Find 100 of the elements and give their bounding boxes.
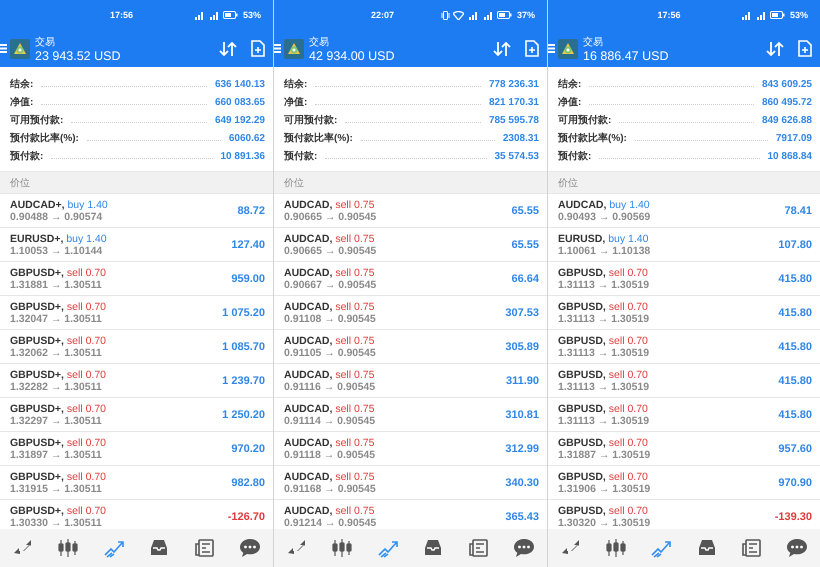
price-change: 1.31113 → 1.30519 — [558, 380, 650, 392]
sort-icon[interactable] — [493, 40, 511, 56]
position-row[interactable]: GBPUSD, sell 0.70 1.31113 → 1.30519 415.80 — [548, 330, 820, 364]
newspaper-icon[interactable] — [740, 538, 763, 558]
symbol-label: GBPUSD, — [558, 504, 606, 516]
symbol-label: GBPUSD+, — [10, 368, 64, 380]
profit-value: 1 250.20 — [222, 408, 265, 420]
candlestick-icon[interactable] — [57, 538, 80, 558]
position-row[interactable]: AUDCAD, sell 0.75 0.91114 → 0.90545 310.81 — [274, 398, 547, 432]
position-row[interactable]: GBPUSD, sell 0.70 1.31906 → 1.30519 970.90 — [548, 466, 820, 500]
profit-value: 65.55 — [511, 204, 539, 216]
summary-label: 净值: — [284, 96, 308, 109]
position-row[interactable]: AUDCAD, sell 0.75 0.91105 → 0.90545 305.89 — [274, 330, 547, 364]
price-change: 1.31113 → 1.30519 — [558, 312, 650, 324]
sort-icon[interactable] — [766, 40, 784, 56]
position-row[interactable]: GBPUSD+, sell 0.70 1.32282 → 1.30511 1 239.70 — [0, 364, 273, 398]
symbol-label: AUDCAD, — [284, 232, 332, 244]
position-row[interactable]: GBPUSD+, sell 0.70 1.32297 → 1.30511 1 250.20 — [0, 398, 273, 432]
position-row[interactable]: AUDCAD, sell 0.75 0.90665 → 0.90545 65.55 — [274, 194, 547, 228]
position-row[interactable]: GBPUSD, sell 0.70 1.31113 → 1.30519 415.80 — [548, 398, 820, 432]
menu-icon[interactable] — [274, 44, 281, 53]
app-logo-icon[interactable] — [284, 38, 304, 58]
position-row[interactable]: AUDCAD, sell 0.75 0.91108 → 0.90545 307.53 — [274, 296, 547, 330]
symbol-label: AUDCAD, — [284, 198, 332, 210]
chat-bubble-icon[interactable] — [513, 538, 536, 558]
price-change: 0.91105 → 0.90545 — [284, 346, 377, 358]
new-order-icon[interactable] — [798, 40, 812, 57]
position-row[interactable]: AUDCAD, sell 0.75 0.91168 → 0.90545 340.30 — [274, 466, 547, 500]
battery-icon — [770, 11, 785, 19]
menu-icon[interactable] — [548, 44, 555, 53]
position-row[interactable]: GBPUSD, sell 0.70 1.31887 → 1.30519 957.60 — [548, 432, 820, 466]
position-row[interactable]: GBPUSD, sell 0.70 1.31113 → 1.30519 415.80 — [548, 296, 820, 330]
position-row[interactable]: GBPUSD+, sell 0.70 1.32047 → 1.30511 1 075.20 — [0, 296, 273, 330]
symbol-label: GBPUSD, — [558, 436, 606, 448]
price-change: 1.10053 → 1.10144 — [10, 244, 104, 256]
app-logo-icon[interactable] — [10, 38, 30, 58]
profit-value: 78.41 — [784, 204, 812, 216]
symbol-label: GBPUSD+, — [10, 470, 64, 482]
section-header: 价位 — [0, 171, 273, 194]
signal-icon — [208, 10, 220, 20]
symbol-label: GBPUSD+, — [10, 266, 64, 278]
position-row[interactable]: AUDCAD, sell 0.75 0.90667 → 0.90545 66.64 — [274, 262, 547, 296]
new-order-icon[interactable] — [525, 40, 539, 57]
position-row[interactable]: AUDCAD, sell 0.75 0.91116 → 0.90545 311.90 — [274, 364, 547, 398]
chat-bubble-icon[interactable] — [239, 538, 262, 558]
summary-label: 预付款: — [558, 150, 592, 163]
summary-value: 778 236.31 — [488, 78, 539, 90]
position-row[interactable]: EURUSD, buy 1.40 1.10061 → 1.10138 107.80 — [548, 228, 820, 262]
trend-chart-icon[interactable] — [376, 538, 399, 558]
app-logo-icon[interactable] — [558, 38, 578, 58]
symbol-label: AUDCAD, — [284, 368, 332, 380]
trend-chart-icon[interactable] — [102, 538, 125, 558]
profit-value: 970.20 — [231, 442, 265, 454]
price-change: 1.32297 → 1.30511 — [10, 414, 103, 426]
position-row[interactable]: GBPUSD, sell 0.70 1.31113 → 1.30519 415.80 — [548, 364, 820, 398]
position-row[interactable]: AUDCAD, buy 1.40 0.90493 → 0.90569 78.41 — [548, 194, 820, 228]
price-change: 1.30320 → 1.30519 — [558, 516, 652, 528]
newspaper-icon[interactable] — [194, 538, 216, 558]
price-change: 1.31887 → 1.30519 — [558, 448, 652, 460]
candlestick-icon[interactable] — [331, 538, 354, 558]
position-row[interactable]: AUDCAD, sell 0.75 0.91118 → 0.90545 312.99 — [274, 432, 547, 466]
sort-icon[interactable] — [219, 40, 237, 56]
profit-value: 311.90 — [506, 374, 539, 386]
summary-label: 净值: — [558, 96, 582, 109]
battery-icon — [496, 11, 512, 19]
symbol-label: GBPUSD, — [558, 402, 606, 414]
profit-value: 415.80 — [778, 340, 812, 352]
trend-chart-icon[interactable] — [650, 538, 672, 558]
symbol-label: GBPUSD, — [558, 266, 606, 278]
order-label: sell 0.70 — [608, 334, 648, 346]
order-label: sell 0.70 — [66, 402, 106, 414]
position-row[interactable]: AUDCAD+, buy 1.40 0.90488 → 0.90574 88.72 — [0, 194, 273, 228]
position-row[interactable]: GBPUSD+, sell 0.70 1.31915 → 1.30511 982.80 — [0, 466, 273, 500]
position-row[interactable]: GBPUSD+, sell 0.70 1.31897 → 1.30511 970.20 — [0, 432, 273, 466]
summary-label: 预付款: — [10, 150, 44, 163]
price-change: 0.91114 → 0.90545 — [284, 414, 376, 426]
position-row[interactable]: EURUSD+, buy 1.40 1.10053 → 1.10144 127.40 — [0, 228, 273, 262]
new-order-icon[interactable] — [251, 40, 265, 57]
price-change: 0.90667 → 0.90545 — [284, 278, 378, 290]
position-row[interactable]: GBPUSD+, sell 0.70 1.31881 → 1.30511 959.00 — [0, 262, 273, 296]
profit-value: 340.30 — [505, 476, 539, 488]
order-label: buy 1.40 — [608, 232, 648, 244]
summary-label: 预付款比率(%): — [558, 131, 627, 145]
position-row[interactable]: AUDCAD, sell 0.75 0.90665 → 0.90545 65.55 — [274, 228, 547, 262]
symbol-label: AUDCAD, — [284, 266, 332, 278]
newspaper-icon[interactable] — [468, 538, 490, 558]
profit-value: 415.80 — [778, 272, 812, 284]
battery-percent: 53% — [242, 10, 261, 20]
symbol-label: EURUSD+, — [10, 232, 64, 244]
profit-value: 365.43 — [505, 510, 539, 522]
position-row[interactable]: GBPUSD, sell 0.70 1.31113 → 1.30519 415.80 — [548, 262, 820, 296]
order-label: sell 0.75 — [335, 300, 374, 312]
position-row[interactable]: GBPUSD+, sell 0.70 1.32062 → 1.30511 1 085.70 — [0, 330, 273, 364]
candlestick-icon[interactable] — [604, 538, 627, 558]
symbol-label: EURUSD, — [558, 232, 606, 244]
profit-value: -139.30 — [774, 510, 812, 522]
price-change: 0.90665 → 0.90545 — [284, 210, 378, 222]
menu-icon[interactable] — [0, 44, 7, 53]
chat-bubble-icon[interactable] — [786, 538, 808, 558]
signal-icon — [466, 10, 479, 20]
